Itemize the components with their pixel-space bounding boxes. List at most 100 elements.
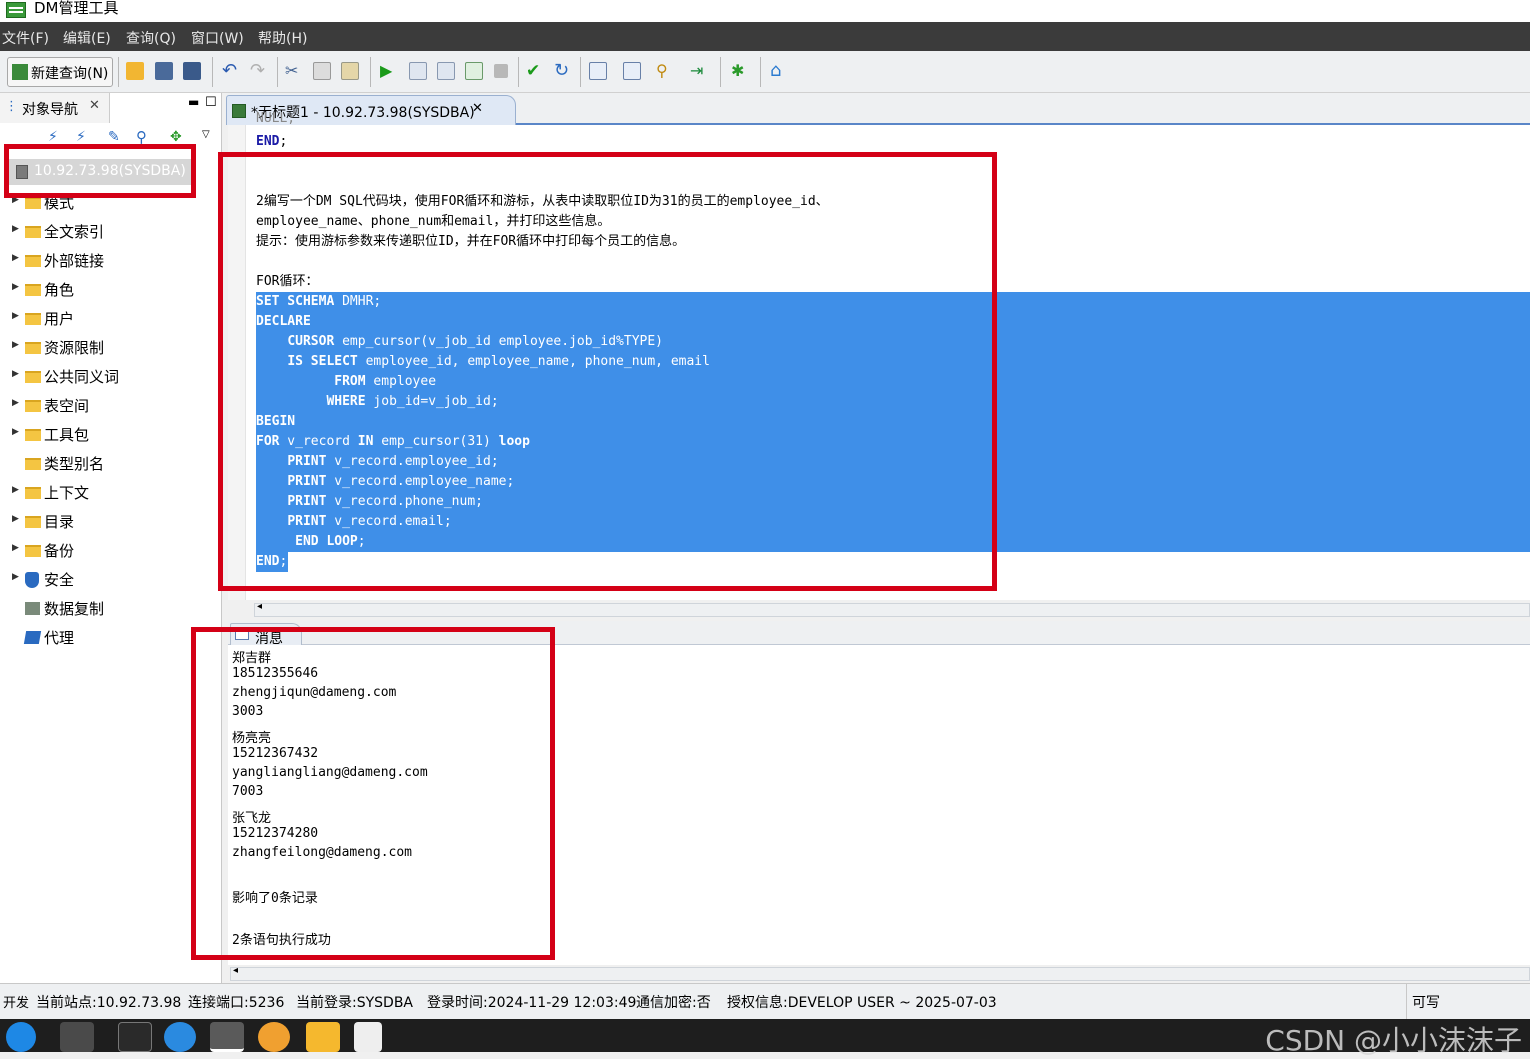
connect-icon[interactable]: ⚡ [48,129,58,145]
message-horizontal-scrollbar[interactable]: ◂ [230,965,1530,981]
folder-icon [25,342,41,354]
editor-horizontal-scrollbar[interactable]: ◂ [254,601,1530,617]
save-icon[interactable] [155,62,173,80]
tree-item[interactable]: ▶ 备份 [0,538,220,564]
notes-icon[interactable] [306,1022,340,1052]
tree-item[interactable]: ▶ 全文索引 [0,219,220,245]
status-encrypt: 通信加密:否 [636,995,711,1011]
expand-arrow-icon[interactable]: ▶ [12,398,19,408]
toolbar: 新建查询(N) ↶ ↷ ✂ ▶ ✔ ↻ ⚲ ⇥ ✱ ⌂ [0,51,1530,93]
expand-arrow-icon[interactable]: ▶ [12,224,19,234]
menu-bar: 文件(F) 编辑(E) 查询(Q) 窗口(W) 帮助(H) [0,22,1530,51]
status-login: 当前登录:SYSDBA [296,995,414,1011]
watermark: CSDN @小小沫沫子 [1265,1024,1522,1057]
tree-item[interactable]: ▶ 资源限制 [0,335,220,361]
expand-arrow-icon[interactable]: ▶ [12,572,19,582]
scroll-left-icon[interactable]: ◂ [257,601,262,612]
paste-icon[interactable] [341,62,359,80]
expand-arrow-icon[interactable]: ▶ [12,340,19,350]
expand-icon[interactable]: ✥ [170,129,182,145]
format-icon[interactable] [465,62,483,80]
annotation-box-output [191,627,555,960]
run-script-icon[interactable] [409,62,427,80]
terminal-icon[interactable] [118,1022,152,1052]
toolbar-separator [118,57,119,87]
expand-arrow-icon[interactable]: ▶ [12,369,19,379]
tree-item[interactable]: ▶ 工具包 [0,422,220,448]
minimize-icon[interactable]: ▬ [188,95,199,109]
tree-item[interactable]: ▶ 角色 [0,277,220,303]
home-icon[interactable]: ⌂ [770,62,788,80]
chevron-down-icon[interactable]: ▽ [202,129,210,140]
text-editor-icon[interactable] [354,1022,382,1052]
copy-icon[interactable] [313,62,331,80]
tree-item-label: 备份 [44,542,75,560]
tree-item-label: 工具包 [44,426,90,444]
dm-manager-taskbar-icon[interactable] [210,1022,244,1052]
tree-item[interactable]: 类型别名 [0,451,220,477]
run-icon[interactable]: ▶ [380,62,398,80]
cut-icon[interactable]: ✂ [285,62,303,80]
undo-icon[interactable]: ↶ [222,62,240,80]
menu-window[interactable]: 窗口(W) [191,28,244,48]
tree-item[interactable]: ▶ 目录 [0,509,220,535]
tree-item[interactable]: ▶ 安全 [0,567,220,593]
stop-icon[interactable] [494,64,508,78]
folder-icon [25,371,41,383]
tab-object-navigator[interactable]: ⋮ 对象导航 ✕ [0,93,110,123]
expand-arrow-icon[interactable]: ▶ [12,311,19,321]
folder-icon [25,313,41,325]
disconnect-icon[interactable]: ⚡ [76,129,86,145]
tree-item[interactable]: 数据复制 [0,596,220,622]
tree-item[interactable]: ▶ 上下文 [0,480,220,506]
commit-icon[interactable]: ✔ [526,62,544,80]
annotation-box-connection [4,144,196,198]
expand-arrow-icon[interactable]: ▶ [12,253,19,263]
maximize-icon[interactable]: ☐ [205,95,217,110]
save-all-icon[interactable] [183,62,201,80]
plan-icon[interactable] [589,62,607,80]
tree-item[interactable]: 代理 [0,625,220,651]
close-icon[interactable]: ✕ [89,98,100,113]
tree-item-label: 目录 [44,513,75,531]
tree-item[interactable]: ▶ 表空间 [0,393,220,419]
redo-icon[interactable]: ↷ [250,62,268,80]
debug-icon[interactable]: ✱ [731,62,749,80]
new-query-button[interactable]: 新建查询(N) [7,57,113,87]
tree-item[interactable]: ▶ 公共同义词 [0,364,220,390]
scroll-left-icon[interactable]: ◂ [233,965,238,976]
step-icon[interactable]: ⇥ [690,62,708,80]
expand-arrow-icon[interactable]: ▶ [12,282,19,292]
browser-icon[interactable] [164,1022,196,1052]
status-license: 授权信息:DEVELOP USER ~ 2025-07-03 [727,995,997,1011]
code-line: END; [256,134,288,149]
rollback-icon[interactable]: ↻ [554,62,572,80]
app-icon[interactable] [258,1022,290,1052]
sql-file-icon [232,104,246,118]
editor-tab-bar: *无标题1 - 10.92.73.98(SYSDBA) ✕ [226,93,1530,125]
tree-item-label: 资源限制 [44,339,105,357]
tree-item-label: 外部链接 [44,252,105,270]
settings-icon[interactable] [623,62,641,80]
explain-icon[interactable] [437,62,455,80]
start-menu-icon[interactable] [6,1022,36,1052]
edit-icon[interactable]: ✎ [108,129,120,145]
tree-item[interactable]: ▶ 用户 [0,306,220,332]
menu-query[interactable]: 查询(Q) [126,28,176,48]
open-folder-icon[interactable] [126,62,144,80]
expand-arrow-icon[interactable]: ▶ [12,427,19,437]
expand-arrow-icon[interactable]: ▶ [12,485,19,495]
menu-edit[interactable]: 编辑(E) [63,28,111,48]
tree-item-label: 用户 [44,310,75,328]
menu-file[interactable]: 文件(F) [2,28,49,48]
find-icon[interactable]: ⚲ [656,62,674,80]
menu-help[interactable]: 帮助(H) [258,28,307,48]
app-icon [6,2,26,18]
tree-item[interactable]: ▶ 外部链接 [0,248,220,274]
close-icon[interactable]: ✕ [472,101,483,116]
expand-arrow-icon[interactable]: ▶ [12,514,19,524]
expand-arrow-icon[interactable]: ▶ [12,543,19,553]
show-desktop-icon[interactable] [60,1022,94,1052]
title-bar: DM管理工具 [0,0,1530,22]
toolbar-separator [720,57,721,87]
